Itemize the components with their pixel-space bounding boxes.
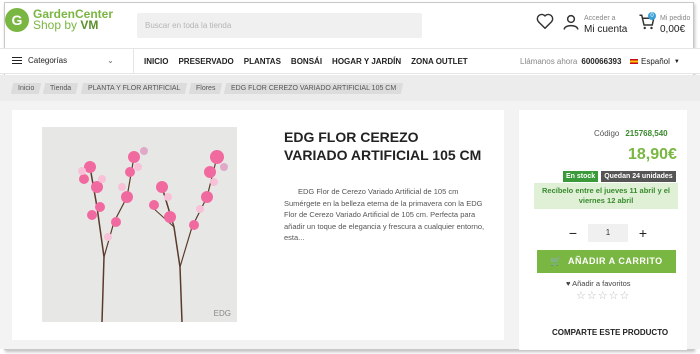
breadcrumb-item[interactable]: PLANTA Y FLOR ARTIFICIAL — [80, 82, 188, 94]
image-watermark: EDG — [213, 309, 231, 318]
stock-badges: En stock Quedan 24 unidades — [563, 171, 676, 182]
breadcrumb-item[interactable]: Tienda — [43, 82, 79, 94]
units-left-badge: Quedan 24 unidades — [601, 171, 676, 182]
categories-button[interactable]: Categorías ⌄ — [12, 55, 114, 66]
menu-item-outlet[interactable]: ZONA OUTLET — [411, 57, 468, 66]
nav-bar: Categorías ⌄ INICIO PRESERVADO PLANTAS B… — [0, 48, 700, 74]
menu-item-bonsai[interactable]: BONSÁI — [291, 57, 322, 66]
logo-line2b: VM — [80, 18, 99, 32]
product-image[interactable]: EDG — [42, 127, 237, 322]
search-input[interactable]: Buscar en toda la tienda — [137, 13, 422, 38]
quantity-decrease-button[interactable]: − — [563, 225, 583, 241]
logo-line2a: Shop by — [33, 18, 81, 32]
menu-item-inicio[interactable]: INICIO — [144, 57, 168, 66]
heart-icon[interactable] — [536, 13, 554, 34]
menu-item-preservado[interactable]: PRESERVADO — [178, 57, 233, 66]
breadcrumb-item-current: EDG FLOR CEREZO VARIADO ARTIFICIAL 105 C… — [224, 82, 404, 94]
quantity-increase-button[interactable]: + — [633, 225, 653, 241]
rating-stars[interactable]: ☆☆☆☆☆ — [576, 289, 630, 302]
breadcrumb-item[interactable]: Inicio — [10, 82, 42, 94]
order-summary[interactable]: Mi pedido 0,00€ — [660, 13, 690, 35]
share-heading: COMPARTE ESTE PRODUCTO — [552, 328, 669, 337]
logo[interactable]: G GardenCenter Shop by VM — [5, 8, 113, 32]
logo-mark: G — [5, 8, 29, 32]
quantity-input[interactable]: 1 — [588, 224, 628, 242]
chevron-down-icon: ⌄ — [107, 56, 114, 65]
user-icon[interactable] — [562, 13, 580, 36]
breadcrumb-item[interactable]: Flores — [188, 82, 223, 94]
quantity-stepper: − 1 + — [563, 224, 653, 242]
product-title: EDG FLOR CEREZO VARIADO ARTIFICIAL 105 C… — [284, 129, 482, 163]
menu-item-plantas[interactable]: PLANTAS — [244, 57, 281, 66]
add-to-cart-button[interactable]: 🛒 AÑADIR A CARRITO — [537, 250, 676, 273]
main-menu: INICIO PRESERVADO PLANTAS BONSÁI HOGAR Y… — [144, 57, 478, 66]
menu-item-hogar-jardin[interactable]: HOGAR Y JARDÍN — [332, 57, 401, 66]
product-description: EDG Flor de Cerezo Variado Artificial de… — [284, 187, 485, 242]
heart-icon: ♥ — [566, 279, 571, 288]
menu-icon — [12, 55, 22, 66]
phone-contact[interactable]: Llámanos ahora 600066393 — [520, 57, 621, 66]
cart-count-badge: 0 — [648, 12, 656, 20]
add-to-favorites-link[interactable]: ♥ Añadir a favoritos — [566, 279, 631, 288]
spain-flag-icon — [630, 59, 638, 64]
breadcrumb: Inicio Tienda PLANTA Y FLOR ARTIFICIAL F… — [0, 75, 700, 101]
language-selector[interactable]: Español ▼ — [630, 57, 680, 66]
product-code: Código 215768,540 — [594, 129, 668, 138]
account-link[interactable]: Acceder a Mi cuenta — [584, 13, 627, 35]
in-stock-badge: En stock — [563, 171, 599, 182]
shipping-estimate: Recíbelo entre el jueves 11 abril y el v… — [534, 183, 678, 209]
product-price: 18,90€ — [628, 146, 677, 163]
caret-down-icon: ▼ — [673, 58, 680, 65]
cart-plus-icon: 🛒 — [550, 256, 563, 266]
